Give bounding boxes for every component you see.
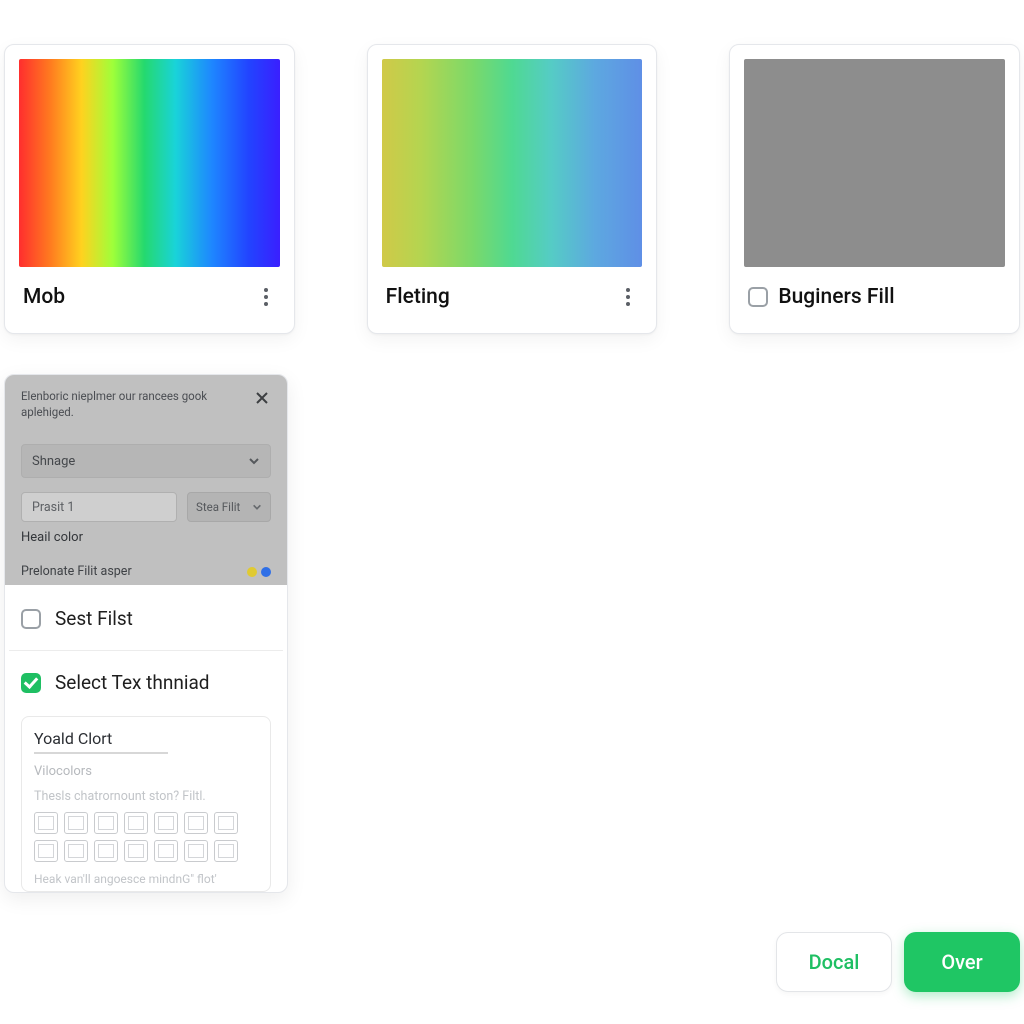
layout-icon[interactable] [124, 840, 148, 862]
layout-icon-row [34, 812, 258, 862]
swatch-gray [744, 59, 1005, 267]
close-icon[interactable] [251, 387, 273, 409]
shnage-dropdown[interactable]: Shnage [21, 444, 271, 478]
card-label: Fleting [386, 285, 450, 309]
layout-icon[interactable] [214, 840, 238, 862]
card-buginers-fill[interactable]: Buginers Fill [729, 44, 1020, 334]
dropdown-value: Shnage [32, 454, 75, 469]
layout-icon[interactable] [94, 812, 118, 834]
confirm-label: Over [941, 950, 982, 974]
dot-yellow [247, 567, 257, 577]
layout-icon[interactable] [214, 812, 238, 834]
card-fleting[interactable]: Fleting [367, 44, 658, 334]
layout-icon[interactable] [94, 840, 118, 862]
layout-icon[interactable] [34, 812, 58, 834]
option-sest-filst[interactable]: Sest Filst [5, 585, 287, 650]
more-menu-icon[interactable] [618, 285, 638, 309]
title-underline [34, 752, 168, 754]
card-checkbox[interactable] [748, 287, 768, 307]
sub-line: Thesls chatrornount ston? Filtl. [34, 789, 258, 804]
swatch-green-blue [382, 59, 643, 267]
preset-button-label: Stea Filit [196, 500, 240, 514]
color-dots [247, 567, 271, 577]
x-icon [255, 391, 269, 405]
layout-icon[interactable] [64, 812, 88, 834]
card-label: Buginers Fill [778, 285, 894, 309]
confirm-button[interactable]: Over [904, 932, 1020, 992]
layout-icon[interactable] [124, 812, 148, 834]
card-mob[interactable]: Mob [4, 44, 295, 334]
action-bar: Docal Over [776, 932, 1020, 992]
layout-icon[interactable] [184, 840, 208, 862]
layout-icon[interactable] [184, 812, 208, 834]
option-label: Sest Filst [55, 607, 133, 630]
heal-color-label: Heail color [21, 530, 271, 545]
option-checkbox-checked[interactable] [21, 673, 41, 693]
foot-label: Prelonate Filit asper [21, 564, 132, 579]
template-card-row: Mob Fleting Buginers Fill [4, 44, 1020, 334]
sub-foot: Heak van'll angoesce mindnG" flot' [34, 872, 258, 886]
layout-icon[interactable] [154, 812, 178, 834]
sub-title: Yoald Clort [34, 729, 258, 748]
embedded-dialog: Elenboric nieplmer our rancees gook aple… [5, 375, 287, 585]
layout-icon[interactable] [154, 840, 178, 862]
layout-icon[interactable] [64, 840, 88, 862]
option-checkbox[interactable] [21, 609, 41, 629]
cancel-label: Docal [809, 950, 860, 974]
settings-panel: Elenboric nieplmer our rancees gook aple… [4, 374, 288, 893]
dialog-hint: Elenboric nieplmer our rancees gook aple… [21, 389, 271, 420]
cancel-button[interactable]: Docal [776, 932, 892, 992]
more-menu-icon[interactable] [256, 285, 276, 309]
chevron-down-icon [252, 502, 262, 512]
layout-icon[interactable] [34, 840, 58, 862]
preset-action-button[interactable]: Stea Filit [187, 492, 271, 522]
option-label: Select Tex thnniad [55, 671, 210, 694]
preset-field-value: Prasit 1 [32, 500, 74, 515]
dot-blue [261, 567, 271, 577]
swatch-rainbow [19, 59, 280, 267]
option-select-tex[interactable]: Select Tex thnniad [5, 651, 287, 712]
sub-panel: Yoald Clort Vilocolors Thesls chatrornou… [21, 716, 271, 892]
sub-subtitle: Vilocolors [34, 764, 258, 779]
preset-field[interactable]: Prasit 1 [21, 492, 177, 522]
chevron-down-icon [248, 455, 260, 467]
card-label: Mob [23, 285, 65, 309]
